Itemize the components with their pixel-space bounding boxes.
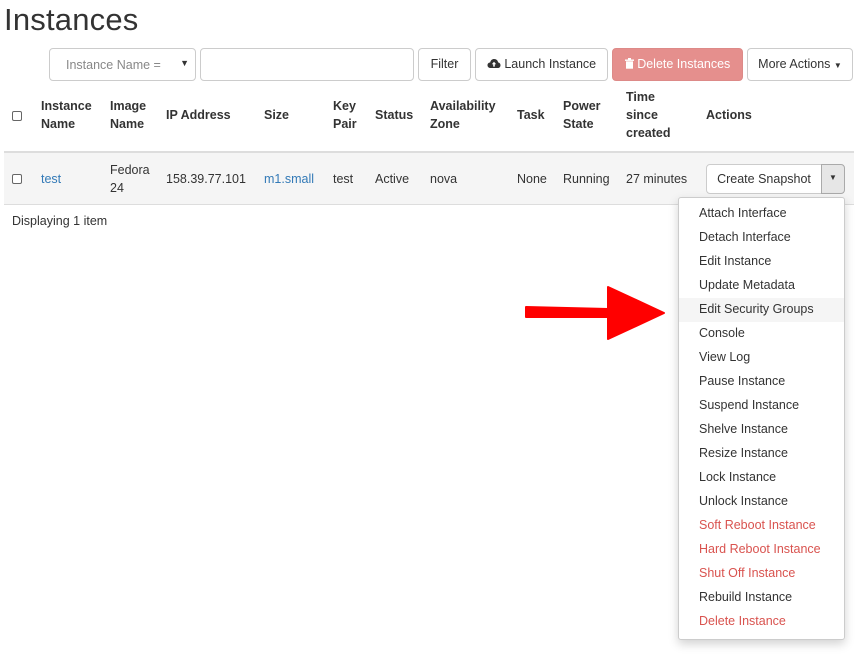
table-footer-count: Displaying 1 item bbox=[12, 214, 108, 228]
more-actions-label: More Actions bbox=[758, 57, 831, 71]
row-checkbox[interactable] bbox=[12, 174, 22, 184]
status-cell: Active bbox=[375, 172, 410, 186]
filter-field-select[interactable]: Instance Name = ▼ bbox=[49, 48, 196, 81]
header-task[interactable]: Task bbox=[517, 106, 545, 124]
create-snapshot-button[interactable]: Create Snapshot bbox=[706, 164, 822, 194]
header-image-name[interactable]: Image Name bbox=[110, 97, 146, 133]
menu-item-suspend-instance[interactable]: Suspend Instance bbox=[679, 394, 844, 418]
menu-item-lock-instance[interactable]: Lock Instance bbox=[679, 466, 844, 490]
menu-item-edit-instance[interactable]: Edit Instance bbox=[679, 250, 844, 274]
header-ip-address[interactable]: IP Address bbox=[166, 106, 231, 124]
trash-icon bbox=[624, 58, 634, 69]
instance-name-link[interactable]: test bbox=[41, 170, 61, 188]
menu-item-edit-security-groups[interactable]: Edit Security Groups bbox=[679, 298, 844, 322]
menu-item-attach-interface[interactable]: Attach Interface bbox=[679, 202, 844, 226]
menu-item-unlock-instance[interactable]: Unlock Instance bbox=[679, 490, 844, 514]
menu-item-pause-instance[interactable]: Pause Instance bbox=[679, 370, 844, 394]
time-since-created-cell: 27 minutes bbox=[626, 172, 688, 186]
header-status[interactable]: Status bbox=[375, 106, 413, 124]
menu-item-soft-reboot-instance[interactable]: Soft Reboot Instance bbox=[679, 514, 844, 538]
header-actions: Actions bbox=[706, 108, 752, 122]
filter-button[interactable]: Filter bbox=[418, 48, 471, 81]
menu-item-rebuild-instance[interactable]: Rebuild Instance bbox=[679, 586, 844, 610]
menu-item-shelve-instance[interactable]: Shelve Instance bbox=[679, 418, 844, 442]
caret-down-icon: ▼ bbox=[829, 173, 837, 182]
launch-instance-button[interactable]: Launch Instance bbox=[475, 48, 608, 81]
filter-field-label: Instance Name = bbox=[66, 58, 161, 72]
delete-instances-button[interactable]: Delete Instances bbox=[612, 48, 743, 81]
key-pair-cell: test bbox=[333, 172, 354, 186]
ip-address-cell: 158.39.77.101 bbox=[166, 172, 246, 186]
page-title: Instances bbox=[4, 2, 139, 37]
cloud-upload-icon bbox=[487, 59, 501, 68]
size-link[interactable]: m1.small bbox=[264, 170, 314, 188]
task-cell: None bbox=[517, 172, 547, 186]
availability-zone-cell: nova bbox=[430, 172, 458, 186]
header-power-state[interactable]: Power State bbox=[563, 97, 601, 133]
menu-item-delete-instance[interactable]: Delete Instance bbox=[679, 610, 844, 634]
delete-instances-label: Delete Instances bbox=[637, 57, 731, 71]
header-instance-name[interactable]: Instance Name bbox=[41, 97, 92, 133]
red-arrow-annotation bbox=[525, 286, 665, 340]
caret-down-icon: ▼ bbox=[180, 58, 189, 68]
menu-item-hard-reboot-instance[interactable]: Hard Reboot Instance bbox=[679, 538, 844, 562]
image-name-cell: Fedora 24 bbox=[110, 163, 150, 195]
menu-item-detach-interface[interactable]: Detach Interface bbox=[679, 226, 844, 250]
menu-item-resize-instance[interactable]: Resize Instance bbox=[679, 442, 844, 466]
row-actions-dropdown-toggle[interactable]: ▼ bbox=[821, 164, 845, 194]
menu-item-view-log[interactable]: View Log bbox=[679, 346, 844, 370]
header-key-pair[interactable]: Key Pair bbox=[333, 97, 357, 133]
menu-item-shut-off-instance[interactable]: Shut Off Instance bbox=[679, 562, 844, 586]
power-state-cell: Running bbox=[563, 172, 610, 186]
menu-item-update-metadata[interactable]: Update Metadata bbox=[679, 274, 844, 298]
search-input[interactable] bbox=[200, 48, 414, 81]
launch-instance-label: Launch Instance bbox=[504, 57, 597, 71]
header-availability-zone[interactable]: Availability Zone bbox=[430, 97, 496, 133]
instance-actions-menu: Attach Interface Detach Interface Edit Ins… bbox=[678, 197, 845, 640]
header-time-since-created[interactable]: Time since created bbox=[626, 88, 670, 142]
more-actions-button[interactable]: More Actions ▼ bbox=[747, 48, 853, 81]
header-size[interactable]: Size bbox=[264, 106, 289, 124]
menu-item-console[interactable]: Console bbox=[679, 322, 844, 346]
select-all-checkbox[interactable] bbox=[12, 111, 22, 121]
caret-down-icon: ▼ bbox=[833, 61, 842, 70]
